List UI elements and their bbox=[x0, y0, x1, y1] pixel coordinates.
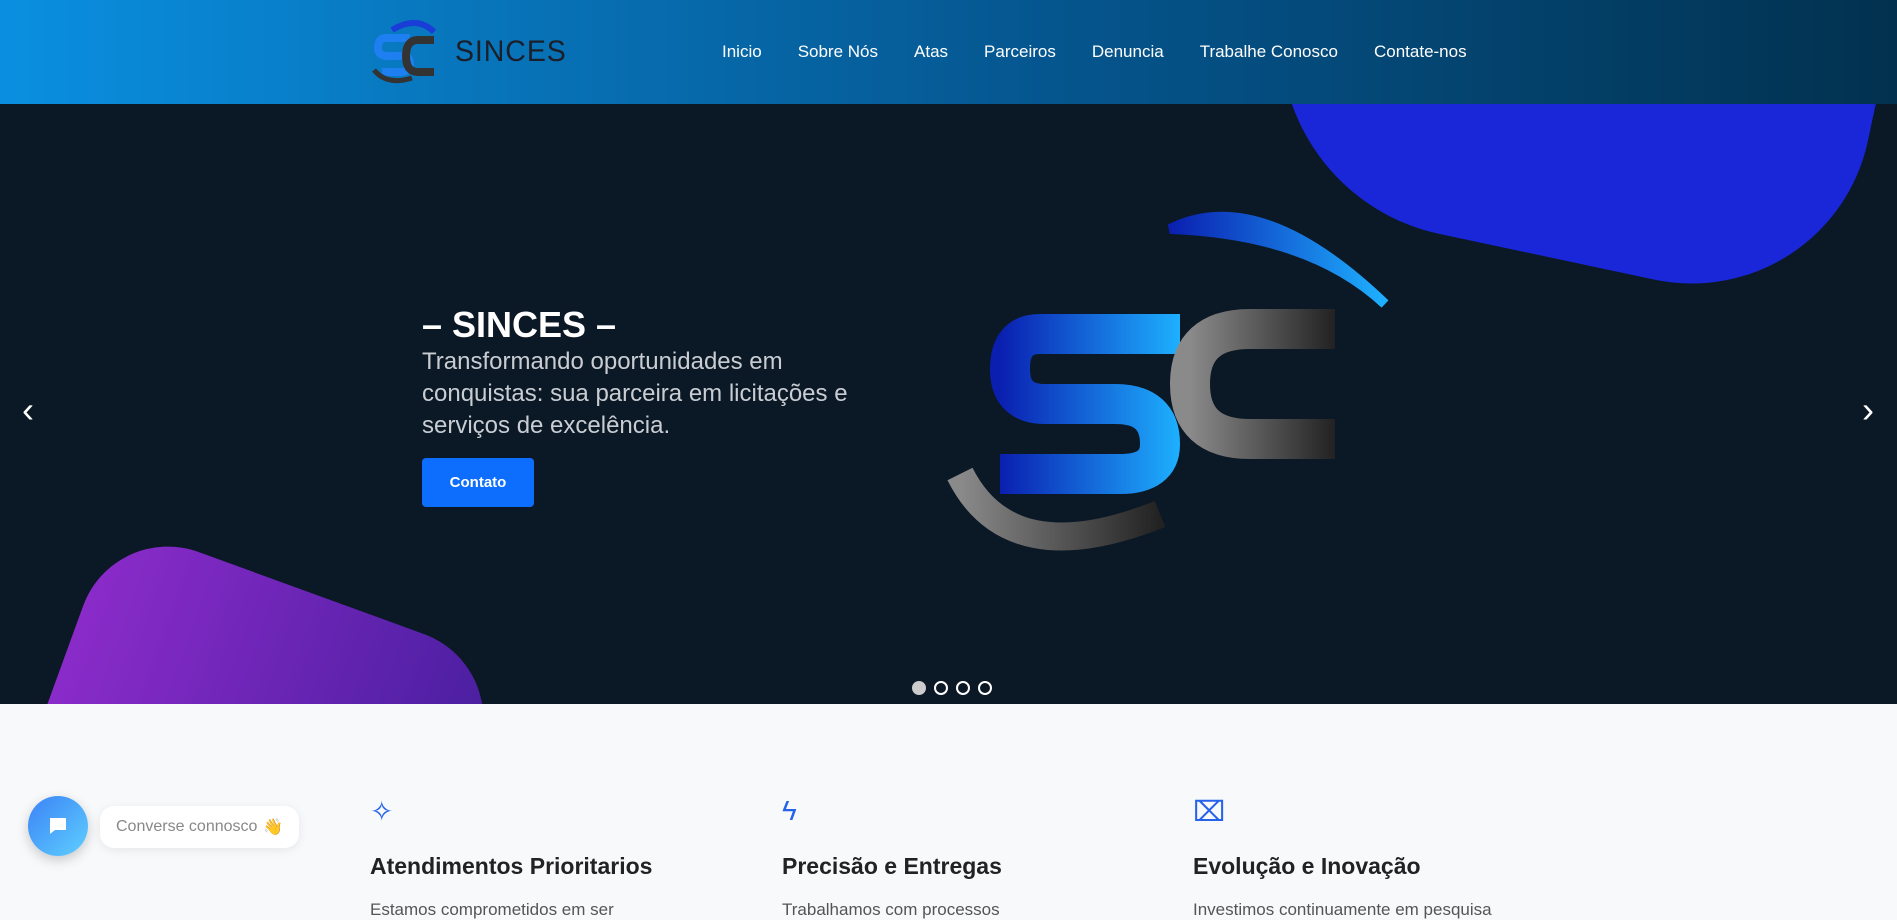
nav-denuncia[interactable]: Denuncia bbox=[1092, 42, 1164, 62]
hero-subtitle: Transformando oportunidades em conquista… bbox=[422, 348, 848, 439]
chat-prompt[interactable]: Converse connosco 👋 bbox=[100, 806, 300, 848]
feature-text: Estamos comprometidos em ser bbox=[370, 900, 614, 919]
nav-trabalhe-conosco[interactable]: Trabalhe Conosco bbox=[1200, 42, 1338, 62]
nav-inicio[interactable]: Inicio bbox=[722, 42, 762, 62]
hero-carousel: – SINCES – Transformando oportunidades e… bbox=[0, 104, 1897, 704]
carousel-next-button[interactable]: › bbox=[1862, 389, 1874, 431]
chat-label: Converse connosco bbox=[116, 818, 258, 835]
sc-logo-icon bbox=[372, 20, 437, 84]
feature-card: ✧ Atendimentos Prioritarios Estamos comp… bbox=[370, 795, 690, 920]
nav-atas[interactable]: Atas bbox=[914, 42, 948, 62]
hero-title: – SINCES – bbox=[422, 304, 617, 345]
feature-title: Evolução e Inovação bbox=[1193, 853, 1421, 879]
nav-parceiros[interactable]: Parceiros bbox=[984, 42, 1056, 62]
chat-bubble-icon bbox=[50, 818, 66, 834]
feature-title: Atendimentos Prioritarios bbox=[370, 853, 653, 879]
decorative-blob bbox=[11, 521, 509, 704]
feature-text: Trabalhamos com processos bbox=[782, 900, 1000, 919]
nav-contate-nos[interactable]: Contate-nos bbox=[1374, 42, 1467, 62]
feature-card: ⌧ Evolução e Inovação Investimos continu… bbox=[1193, 795, 1513, 920]
feature-card: ϟ Precisão e Entregas Trabalhamos com pr… bbox=[782, 795, 1102, 920]
nav-sobre-nos[interactable]: Sobre Nós bbox=[798, 42, 878, 62]
presentation-chart-icon: ⌧ bbox=[1193, 796, 1226, 827]
wave-icon: 👋 bbox=[263, 819, 284, 836]
carousel-prev-button[interactable]: ‹ bbox=[22, 389, 34, 431]
main-nav: Inicio Sobre Nós Atas Parceiros Denuncia… bbox=[722, 42, 1467, 62]
carousel-indicators bbox=[912, 681, 992, 695]
carousel-dot-2[interactable] bbox=[934, 681, 948, 695]
lightning-icon: ϟ bbox=[782, 795, 797, 826]
carousel-dot-4[interactable] bbox=[978, 681, 992, 695]
feature-title: Precisão e Entregas bbox=[782, 853, 1002, 879]
chat-button[interactable] bbox=[28, 796, 88, 856]
contact-button[interactable]: Contato bbox=[422, 458, 534, 507]
header: SINCES Inicio Sobre Nós Atas Parceiros D… bbox=[0, 0, 1897, 104]
carousel-dot-1[interactable] bbox=[912, 681, 926, 695]
feature-text: Investimos continuamente em pesquisa bbox=[1193, 900, 1492, 919]
brand-name: SINCES bbox=[454, 35, 567, 68]
logo[interactable]: SINCES bbox=[372, 20, 570, 84]
carousel-dot-3[interactable] bbox=[956, 681, 970, 695]
sc-hero-logo bbox=[947, 211, 1389, 551]
sparkles-icon: ✧ bbox=[370, 796, 394, 827]
